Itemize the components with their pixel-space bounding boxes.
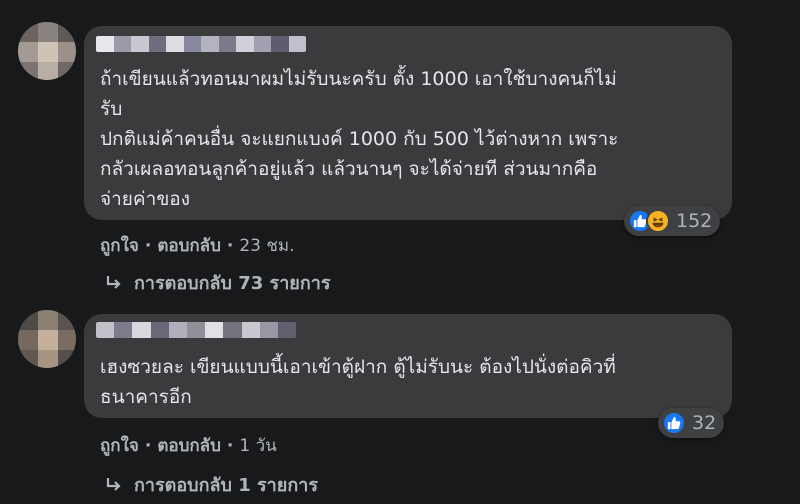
- like-button[interactable]: ถูกใจ: [100, 432, 139, 459]
- avatar[interactable]: [18, 22, 76, 80]
- replies-count-label: การตอบกลับ 1 รายการ: [134, 475, 319, 496]
- comment-actions: ถูกใจ · ตอบกลับ · 1 วัน: [100, 432, 277, 459]
- commenter-name[interactable]: [96, 36, 306, 52]
- reply-button[interactable]: ตอบกลับ: [157, 432, 221, 459]
- reaction-summary[interactable]: 32: [658, 408, 725, 438]
- view-replies-link[interactable]: การตอบกลับ 73 รายการ: [104, 268, 331, 297]
- reply-arrow-icon: [104, 273, 124, 293]
- reply-arrow-icon: [104, 475, 124, 495]
- comment-2: เฮงซวยละ เขียนแบบนี้เอาเข้าตู้ฝาก ตู้ไม่…: [0, 300, 800, 504]
- replies-count-label: การตอบกลับ 73 รายการ: [134, 273, 331, 294]
- separator: ·: [226, 235, 234, 256]
- separator: ·: [144, 435, 152, 456]
- commenter-name[interactable]: [96, 322, 296, 338]
- timestamp[interactable]: 1 วัน: [239, 432, 276, 459]
- reaction-count: 32: [692, 412, 717, 434]
- comment-actions: ถูกใจ · ตอบกลับ · 23 ชม.: [100, 232, 295, 259]
- like-button[interactable]: ถูกใจ: [100, 232, 139, 259]
- reaction-summary[interactable]: 152: [624, 206, 721, 236]
- view-replies-link[interactable]: การตอบกลับ 1 รายการ: [104, 470, 318, 499]
- separator: ·: [144, 235, 152, 256]
- haha-icon: [646, 209, 670, 233]
- comment-1: ถ้าเขียนแล้วทอนมาผมไม่รับนะครับ ตั้ง 100…: [0, 0, 800, 300]
- timestamp[interactable]: 23 ชม.: [239, 232, 294, 259]
- reaction-count: 152: [676, 210, 713, 232]
- reply-button[interactable]: ตอบกลับ: [157, 232, 221, 259]
- comment-bubble: ถ้าเขียนแล้วทอนมาผมไม่รับนะครับ ตั้ง 100…: [84, 26, 732, 220]
- like-icon: [662, 411, 686, 435]
- comment-text: เฮงซวยละ เขียนแบบนี้เอาเข้าตู้ฝาก ตู้ไม่…: [100, 356, 616, 408]
- comment-text: ถ้าเขียนแล้วทอนมาผมไม่รับนะครับ ตั้ง 100…: [100, 68, 619, 210]
- comment-bubble: เฮงซวยละ เขียนแบบนี้เอาเข้าตู้ฝาก ตู้ไม่…: [84, 314, 732, 418]
- avatar[interactable]: [18, 310, 76, 368]
- separator: ·: [226, 435, 234, 456]
